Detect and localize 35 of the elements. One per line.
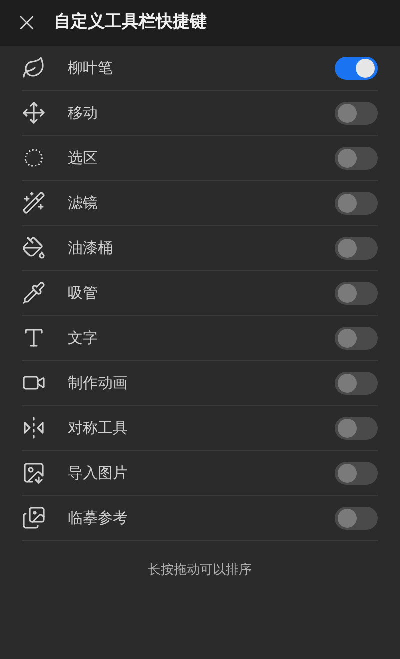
magic-wand-icon: [22, 191, 46, 215]
toggle-switch[interactable]: [335, 416, 378, 440]
tool-label: 移动: [68, 102, 99, 124]
toggle-switch[interactable]: [335, 102, 378, 124]
paint-bucket-icon: [22, 236, 46, 260]
toggle-switch[interactable]: [335, 282, 378, 304]
toggle-switch[interactable]: [335, 506, 378, 530]
text-icon: [22, 326, 46, 350]
toggle-switch[interactable]: [335, 462, 378, 484]
toggle-switch[interactable]: [335, 372, 378, 394]
sort-hint: 长按拖动可以排序: [148, 562, 252, 580]
toggle-switch[interactable]: [335, 192, 378, 214]
toggle-switch[interactable]: [335, 146, 378, 170]
toggle-switch[interactable]: [335, 326, 378, 350]
tool-label: 滤镜: [68, 192, 99, 214]
symmetry-icon: [22, 416, 46, 440]
move-arrows-icon: [22, 101, 46, 125]
dotted-selection-icon: [22, 146, 46, 170]
image-reference-icon: [22, 506, 46, 530]
tool-label: 文字: [68, 328, 99, 349]
tool-label: 选区: [68, 148, 99, 169]
image-import-icon: [22, 461, 46, 485]
page-title: 自定义工具栏快捷键: [54, 11, 207, 34]
tool-label: 对称工具: [68, 418, 129, 439]
close-button[interactable]: ×: [16, 10, 38, 36]
tool-label: 吸管: [68, 282, 99, 304]
tool-label: 导入图片: [68, 462, 129, 484]
eyedropper-icon: [22, 281, 46, 305]
toggle-switch[interactable]: [335, 56, 378, 80]
toggle-switch[interactable]: [335, 236, 378, 260]
tool-label: 柳叶笔: [68, 58, 114, 79]
tool-label: 制作动画: [68, 372, 129, 394]
tool-label: 油漆桶: [68, 238, 114, 259]
leaf-icon: [22, 56, 46, 80]
tool-label: 临摹参考: [68, 508, 129, 529]
